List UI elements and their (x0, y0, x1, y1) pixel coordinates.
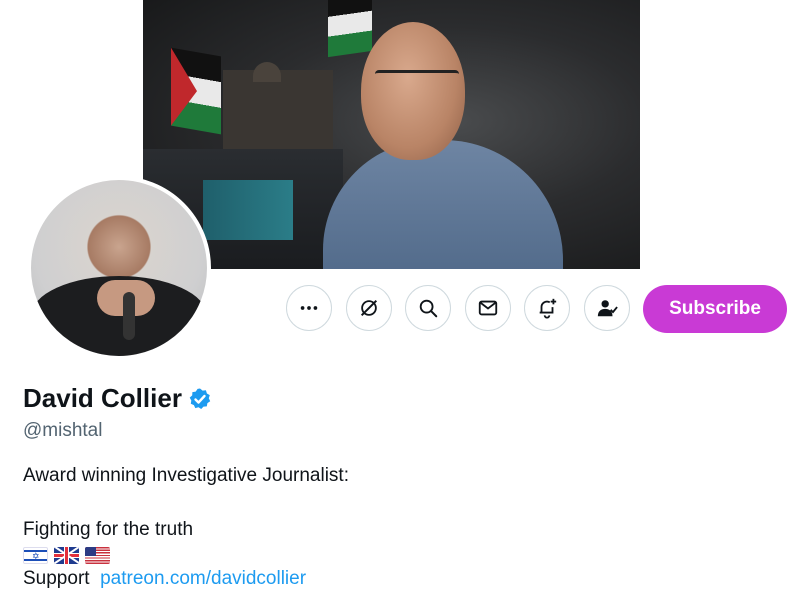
subscribe-button[interactable]: Subscribe (643, 285, 787, 333)
following-icon (597, 300, 618, 317)
following-button[interactable] (584, 285, 630, 331)
profile-handle: @mishtal (23, 420, 103, 441)
uk-flag-icon (54, 546, 79, 564)
message-button[interactable] (465, 285, 511, 331)
avatar-microphone (123, 292, 135, 340)
search-button[interactable] (405, 285, 451, 331)
patreon-link[interactable]: patreon.com/davidcollier (100, 568, 306, 589)
verified-badge-icon[interactable] (188, 387, 212, 411)
bio-blank-line (23, 489, 349, 516)
grok-icon (360, 299, 378, 317)
banner-flag (171, 47, 221, 135)
banner-person-body (323, 140, 563, 269)
bio-line: Fighting for the truth (23, 519, 194, 540)
profile-avatar[interactable] (27, 176, 211, 360)
bio-support-row: Support patreon.com/davidcollier (23, 565, 349, 592)
banner-flag (328, 0, 372, 58)
profile-banner[interactable] (143, 0, 640, 269)
notification-add-icon (539, 298, 557, 319)
banner-tower (253, 62, 281, 82)
more-icon (300, 306, 318, 310)
profile-name: David Collier (23, 383, 182, 413)
us-flag-icon (85, 546, 110, 564)
support-label: Support (23, 568, 101, 589)
bio-line: Award winning Investigative Journalist: (23, 465, 349, 486)
banner-person-head (361, 22, 465, 160)
banner-glasses (375, 70, 459, 87)
profile-bio: Award winning Investigative Journalist: … (23, 462, 349, 592)
notifications-button[interactable] (524, 285, 570, 331)
bio-flags: ✡ (23, 545, 349, 565)
more-button[interactable] (286, 285, 332, 331)
grok-button[interactable] (346, 285, 392, 331)
search-icon (419, 299, 438, 318)
profile-name-row: David Collier (23, 383, 212, 414)
message-icon (478, 300, 498, 316)
israel-flag-icon: ✡ (23, 546, 48, 564)
banner-sign (203, 180, 293, 240)
